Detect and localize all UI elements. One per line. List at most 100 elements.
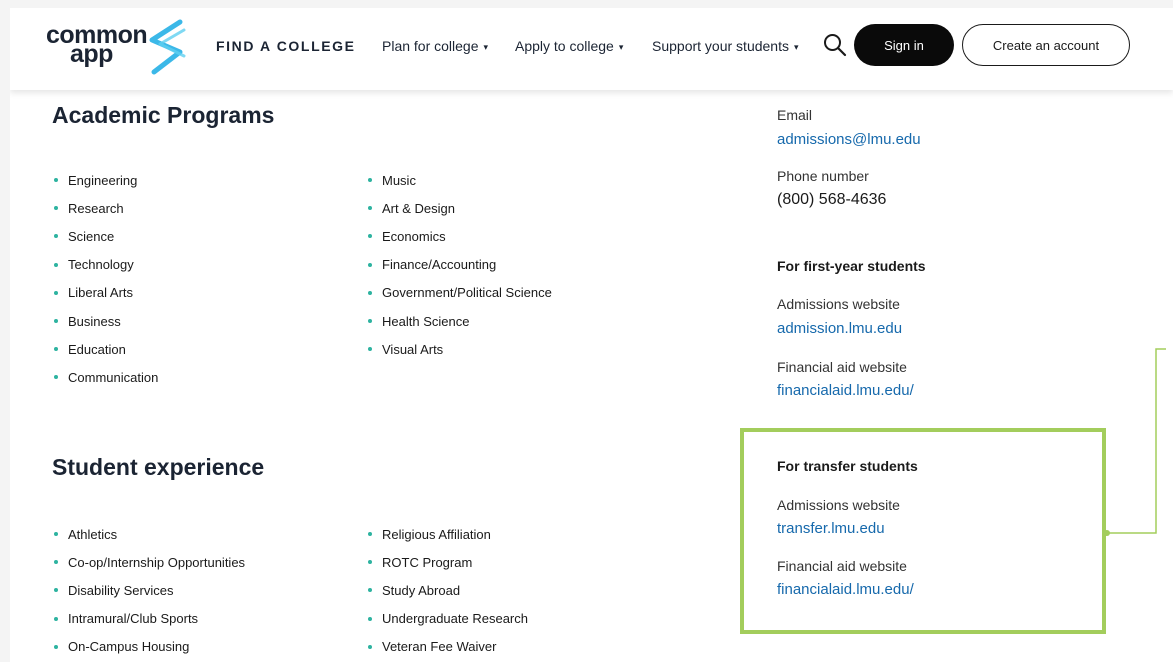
list-item: Co-op/Internship Opportunities xyxy=(52,548,245,576)
phone-label: Phone number xyxy=(777,168,869,184)
list-item-label: Art & Design xyxy=(382,200,455,216)
phone-number: (800) 568-4636 xyxy=(777,191,887,208)
transfer-aid-link[interactable]: financialaid.lmu.edu/ xyxy=(777,581,914,598)
list-item: Engineering xyxy=(52,166,158,194)
academic-programs-title: Academic Programs xyxy=(52,102,275,128)
list-item: Intramural/Club Sports xyxy=(52,605,245,633)
bullet-icon xyxy=(368,588,372,593)
list-item: Research xyxy=(52,194,158,222)
list-item-label: Liberal Arts xyxy=(68,285,134,301)
bullet-icon xyxy=(54,347,58,352)
list-item-label: Government/Political Science xyxy=(382,285,552,301)
list-item-label: Veteran Fee Waiver xyxy=(382,639,497,655)
list-item-label: Music xyxy=(382,172,416,188)
list-item-label: ROTC Program xyxy=(382,554,473,570)
list-item-label: Engineering xyxy=(68,172,138,188)
list-item: Athletics xyxy=(52,520,245,548)
list-item: Communication xyxy=(52,363,158,391)
bullet-icon xyxy=(368,616,372,621)
email-link[interactable]: admissions@lmu.edu xyxy=(777,131,921,148)
list-item-label: Communication xyxy=(68,369,159,385)
bullet-icon xyxy=(54,319,58,324)
page-frame: common app FIND A COLLEGE Plan for colle… xyxy=(10,8,1173,662)
first-year-admissions-link[interactable]: admission.lmu.edu xyxy=(777,320,902,337)
site-header: common app FIND A COLLEGE Plan for colle… xyxy=(10,8,1173,90)
bullet-icon xyxy=(54,206,58,211)
first-year-admissions-label: Admissions website xyxy=(777,296,900,312)
chevron-down-icon: ▾ xyxy=(793,42,799,52)
nav-support-your-students[interactable]: Support your students ▾ xyxy=(652,38,799,54)
list-item-label: Technology xyxy=(68,257,134,273)
first-year-aid-label: Financial aid website xyxy=(777,359,907,375)
nav-apply-to-college[interactable]: Apply to college ▾ xyxy=(515,38,623,54)
nav-apply-label: Apply to college xyxy=(515,38,614,54)
student-experience-title: Student experience xyxy=(52,454,265,480)
bullet-icon xyxy=(368,347,372,352)
list-item-label: On-Campus Housing xyxy=(68,639,190,655)
common-app-logo[interactable]: common app xyxy=(46,19,196,76)
bullet-icon xyxy=(368,178,372,183)
transfer-admissions-label: Admissions website xyxy=(777,497,900,513)
search-button[interactable] xyxy=(822,32,848,58)
list-item-label: Athletics xyxy=(68,526,118,542)
list-item-label: Religious Affiliation xyxy=(382,526,491,542)
list-item-label: Study Abroad xyxy=(382,582,461,598)
list-item: Art & Design xyxy=(366,194,552,222)
list-item-label: Undergraduate Research xyxy=(382,611,528,627)
list-item-label: Education xyxy=(68,341,126,357)
transfer-admissions-link[interactable]: transfer.lmu.edu xyxy=(777,520,885,537)
nav-find-a-college[interactable]: FIND A COLLEGE xyxy=(216,38,356,54)
bullet-icon xyxy=(368,234,372,239)
list-item: ROTC Program xyxy=(366,548,528,576)
bullet-icon xyxy=(54,290,58,295)
list-item-label: Health Science xyxy=(382,313,470,329)
create-account-button[interactable]: Create an account xyxy=(962,24,1130,66)
bullet-icon xyxy=(54,234,58,239)
bullet-icon xyxy=(368,319,372,324)
list-item: Government/Political Science xyxy=(366,279,552,307)
student-experience-list-1: Athletics Co-op/Internship Opportunities… xyxy=(52,520,245,661)
list-item-label: Intramural/Club Sports xyxy=(68,611,199,627)
list-item: Education xyxy=(52,335,158,363)
sign-in-button[interactable]: Sign in xyxy=(854,24,954,66)
first-year-heading: For first-year students xyxy=(777,258,926,274)
list-item-label: Business xyxy=(68,313,121,329)
search-icon xyxy=(824,34,847,57)
bullet-icon xyxy=(54,560,58,565)
bullet-icon xyxy=(54,375,58,380)
transfer-heading: For transfer students xyxy=(777,458,918,474)
chevron-down-icon: ▾ xyxy=(483,42,489,52)
list-item: Economics xyxy=(366,222,552,250)
list-item: Veteran Fee Waiver xyxy=(366,633,528,661)
logo-swoosh-icon xyxy=(149,19,186,75)
transfer-aid-label: Financial aid website xyxy=(777,558,907,574)
list-item-label: Science xyxy=(68,228,115,244)
bullet-icon xyxy=(54,532,58,537)
first-year-aid-link[interactable]: financialaid.lmu.edu/ xyxy=(777,382,914,399)
list-item: Finance/Accounting xyxy=(366,251,552,279)
list-item: Visual Arts xyxy=(366,335,552,363)
bullet-icon xyxy=(368,532,372,537)
list-item: Religious Affiliation xyxy=(366,520,528,548)
bullet-icon xyxy=(54,616,58,621)
academic-programs-list-2: Music Art & Design Economics Finance/Acc… xyxy=(366,166,552,363)
nav-support-label: Support your students xyxy=(652,38,789,54)
list-item: Liberal Arts xyxy=(52,279,158,307)
list-item: Music xyxy=(366,166,552,194)
bullet-icon xyxy=(54,588,58,593)
list-item: Study Abroad xyxy=(366,576,528,604)
callout-connector xyxy=(1106,348,1166,536)
email-label: Email xyxy=(777,107,813,123)
bullet-icon xyxy=(368,262,372,267)
list-item: On-Campus Housing xyxy=(52,633,245,661)
bullet-icon xyxy=(368,644,372,649)
chevron-down-icon: ▾ xyxy=(618,42,624,52)
list-item-label: Finance/Accounting xyxy=(382,257,497,273)
list-item-label: Disability Services xyxy=(68,582,174,598)
bullet-icon xyxy=(368,560,372,565)
student-experience-list-2: Religious Affiliation ROTC Program Study… xyxy=(366,520,528,661)
bullet-icon xyxy=(54,178,58,183)
nav-plan-for-college[interactable]: Plan for college ▾ xyxy=(382,38,488,54)
bullet-icon xyxy=(54,262,58,267)
list-item-label: Visual Arts xyxy=(382,341,444,357)
